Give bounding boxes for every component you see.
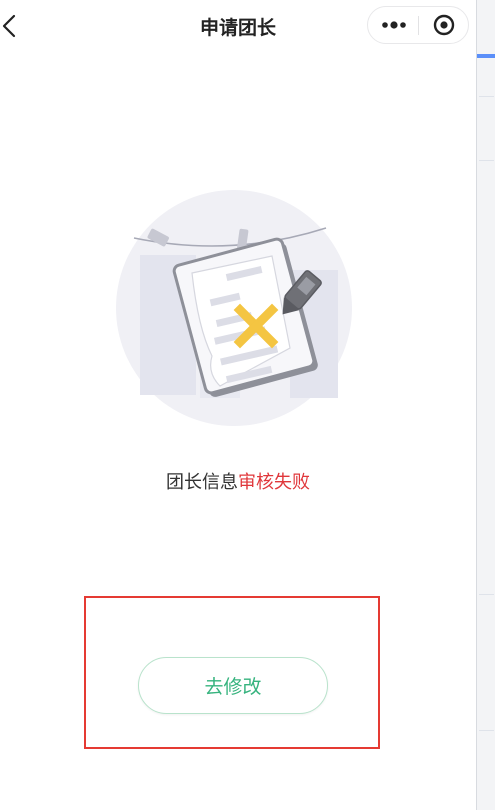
mini-program-capsule bbox=[367, 6, 469, 44]
status-prefix: 团长信息 bbox=[166, 472, 238, 493]
background-accent-bar bbox=[477, 54, 495, 58]
app-screen: 申请团长 团长信息审核失败 去修改 bbox=[0, 0, 476, 810]
background-window-edge bbox=[476, 0, 495, 810]
target-icon bbox=[433, 14, 455, 36]
navigation-bar: 申请团长 bbox=[0, 0, 476, 52]
review-failed-illustration bbox=[112, 188, 356, 428]
edit-application-button[interactable]: 去修改 bbox=[138, 657, 328, 714]
status-failed-label: 审核失败 bbox=[238, 472, 310, 493]
review-status-text: 团长信息审核失败 bbox=[0, 468, 476, 494]
close-capsule-button[interactable] bbox=[419, 7, 469, 43]
background-divider bbox=[479, 160, 494, 161]
background-divider bbox=[479, 730, 494, 731]
more-button[interactable] bbox=[368, 7, 418, 43]
background-divider bbox=[479, 594, 494, 595]
background-divider bbox=[479, 96, 494, 97]
more-dots-icon bbox=[382, 21, 406, 29]
